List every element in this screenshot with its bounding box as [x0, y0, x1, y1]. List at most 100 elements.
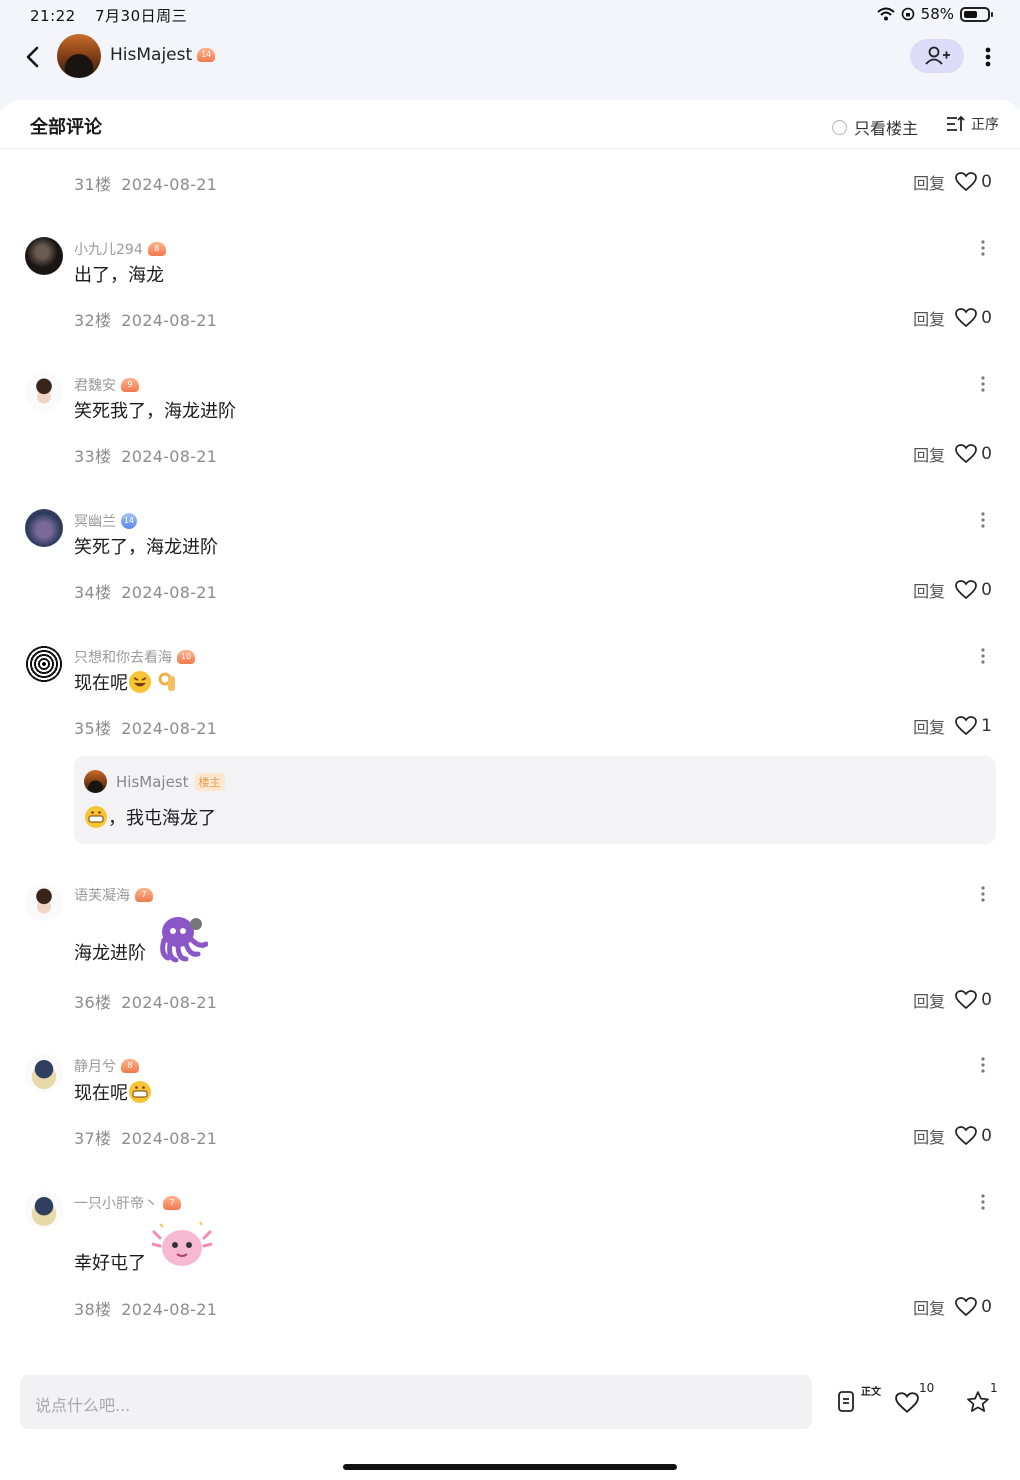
grin-emoji-icon	[85, 806, 107, 828]
reply-username[interactable]: HisMajest 楼主	[116, 773, 225, 791]
comment-more-icon[interactable]	[976, 374, 990, 394]
heart-icon[interactable]	[955, 580, 978, 600]
floor-number: 36楼	[74, 993, 112, 1012]
comment-text-row: 现在呢	[74, 1079, 152, 1105]
like-count: 0	[981, 990, 992, 1010]
avatar[interactable]	[25, 373, 63, 411]
floor-number: 33楼	[74, 447, 112, 466]
only-op-toggle[interactable]: 只看楼主	[832, 115, 918, 139]
sub-reply[interactable]: HisMajest 楼主 ，我屯海龙了	[74, 756, 996, 844]
reply-button[interactable]: 回复	[913, 170, 945, 194]
favorite-button[interactable]: 1	[966, 1378, 1006, 1418]
status-right: 58%	[876, 5, 993, 23]
author-name[interactable]: HisMajest 14	[110, 45, 216, 65]
level-badge: 10	[177, 650, 195, 664]
comment-username[interactable]: 冥幽兰 14	[74, 511, 137, 531]
comment-actions: 回复 0	[913, 988, 992, 1012]
avatar[interactable]	[25, 1054, 63, 1092]
octopus-sticker-icon	[160, 917, 208, 963]
username-text: 小九儿294	[74, 242, 143, 258]
battery-icon	[960, 6, 993, 22]
heart-icon	[895, 1392, 919, 1413]
radio-icon	[832, 119, 847, 135]
comment-more-icon[interactable]	[976, 510, 990, 530]
comment-username[interactable]: 静月兮 8	[74, 1056, 139, 1076]
add-user-icon	[925, 46, 950, 65]
avatar[interactable]	[84, 770, 107, 793]
heart-icon[interactable]	[955, 308, 978, 328]
sort-button[interactable]: 正序	[946, 114, 999, 134]
comment-input[interactable]: 说点什么吧...	[20, 1375, 812, 1429]
laughing-emoji-icon	[129, 671, 151, 693]
level-badge: 8	[121, 1059, 139, 1073]
reply-button[interactable]: 回复	[913, 578, 945, 602]
comment-date: 2024-08-21	[121, 175, 218, 194]
comment-text: 现在呢	[74, 673, 128, 694]
comment-username[interactable]: 一只小肝帝丶 7	[74, 1193, 181, 1213]
reply-button[interactable]: 回复	[913, 442, 945, 466]
ok-hand-emoji-icon	[158, 672, 175, 691]
like-count: 1	[981, 716, 992, 736]
avatar[interactable]	[25, 1191, 63, 1229]
floor-number: 37楼	[74, 1129, 112, 1148]
reply-button[interactable]: 回复	[913, 1124, 945, 1148]
level-badge: 14	[121, 513, 137, 529]
comment-username[interactable]: 小九儿294 8	[74, 239, 166, 259]
reply-button[interactable]: 回复	[913, 306, 945, 330]
comment-actions: 回复 0	[913, 306, 992, 330]
nav-bar: HisMajest 14	[0, 30, 1020, 86]
comment-username[interactable]: 语芙凝海 7	[74, 885, 153, 905]
comments-header: 全部评论 只看楼主 正序	[0, 100, 1020, 149]
status-bar: 21:22 7月30日周三 58%	[0, 0, 1020, 30]
comment-text-row: 海龙进阶	[74, 910, 208, 966]
comment-more-icon[interactable]	[976, 238, 990, 258]
username-text: 一只小肝帝丶	[74, 1196, 158, 1212]
document-button[interactable]: 正文	[836, 1378, 884, 1418]
comment-more-icon[interactable]	[976, 1055, 990, 1075]
heart-icon[interactable]	[955, 990, 978, 1010]
more-vertical-icon[interactable]	[976, 42, 1000, 72]
floor-number: 34楼	[74, 583, 112, 602]
comment-more-icon[interactable]	[976, 646, 990, 666]
heart-icon[interactable]	[955, 1126, 978, 1146]
heart-icon[interactable]	[955, 716, 978, 736]
comment-text: 笑死我了，海龙进阶	[74, 401, 236, 422]
author-avatar[interactable]	[57, 34, 101, 78]
avatar[interactable]	[25, 645, 63, 683]
comment-more-icon[interactable]	[976, 1192, 990, 1212]
comment-meta: 34楼 2024-08-21	[74, 579, 217, 603]
avatar[interactable]	[25, 883, 63, 921]
reply-text-row: ，我屯海龙了	[84, 804, 216, 830]
comment-text: 海龙进阶	[74, 943, 146, 964]
level-badge: 14	[197, 48, 216, 62]
floor-number: 31楼	[74, 175, 112, 194]
rotation-lock-icon	[901, 7, 914, 21]
like-button[interactable]: 10	[895, 1378, 939, 1418]
comment-username[interactable]: 只想和你去看海 10	[74, 647, 195, 667]
reply-button[interactable]: 回复	[913, 714, 945, 738]
comment-meta: 33楼 2024-08-21	[74, 443, 217, 467]
heart-icon[interactable]	[955, 1297, 978, 1317]
star-icon	[967, 1391, 989, 1412]
document-icon	[838, 1391, 854, 1412]
avatar[interactable]	[25, 237, 63, 275]
reply-button[interactable]: 回复	[913, 988, 945, 1012]
reply-button[interactable]: 回复	[913, 1295, 945, 1319]
back-arrow-icon[interactable]	[18, 40, 48, 74]
floor-number: 35楼	[74, 719, 112, 738]
follow-button[interactable]	[910, 39, 964, 73]
comment-username[interactable]: 君魏安 9	[74, 375, 139, 395]
home-indicator	[343, 1464, 677, 1470]
username-text: 只想和你去看海	[74, 650, 172, 666]
like-count: 0	[981, 172, 992, 192]
comment-meta: 38楼 2024-08-21	[74, 1296, 217, 1320]
username-text: 语芙凝海	[74, 888, 130, 904]
avatar[interactable]	[25, 509, 63, 547]
comment-more-icon[interactable]	[976, 884, 990, 904]
heart-icon[interactable]	[955, 444, 978, 464]
heart-icon[interactable]	[955, 172, 978, 192]
comment-date: 2024-08-21	[121, 719, 218, 738]
wifi-icon	[876, 7, 895, 21]
username-text: HisMajest	[116, 773, 189, 791]
only-op-label: 只看楼主	[854, 119, 919, 138]
